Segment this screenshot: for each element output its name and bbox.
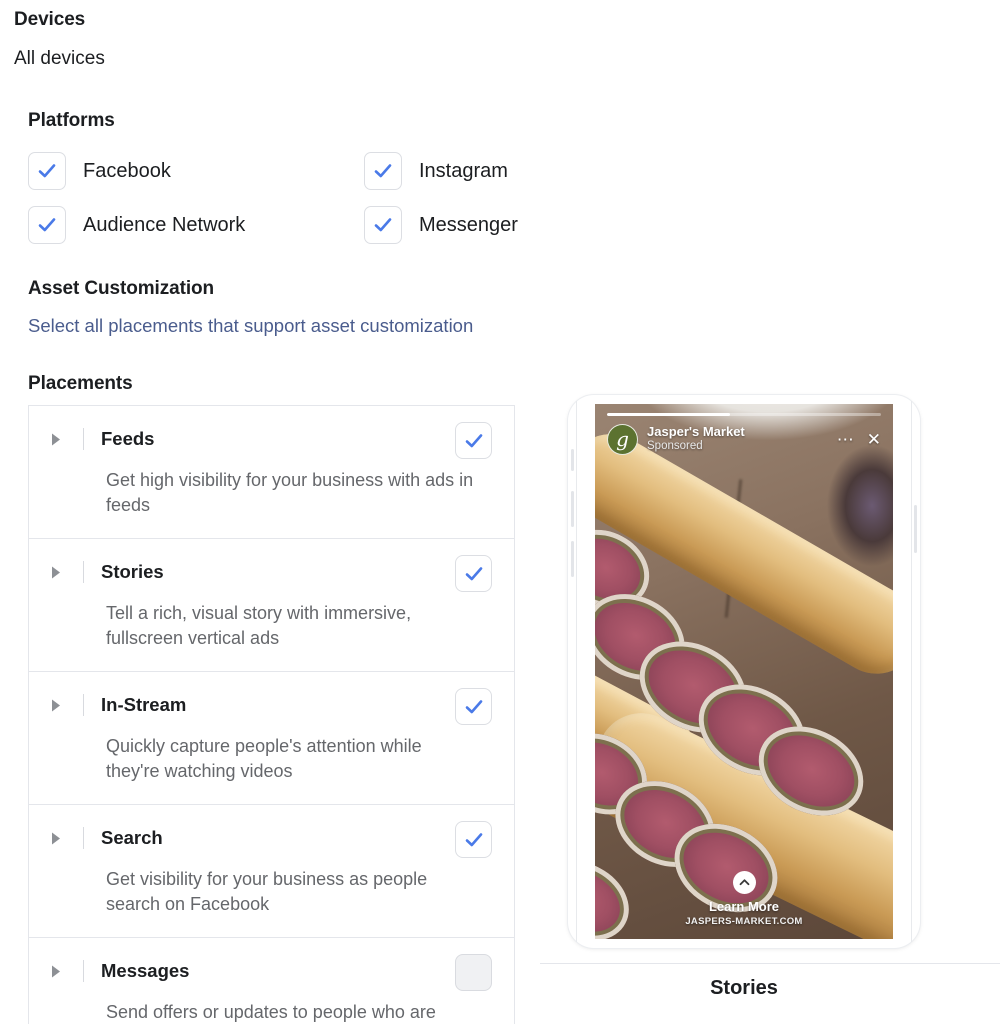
phone-bezel-right [911, 401, 912, 942]
ad-creative-image [595, 404, 893, 939]
checkmark-icon [465, 433, 482, 447]
platforms-heading: Platforms [28, 110, 115, 131]
settings-column: Devices All devices Platforms Facebook I… [0, 0, 540, 1024]
asset-customization-heading: Asset Customization [28, 278, 215, 299]
platform-row: Facebook Instagram [28, 152, 528, 206]
devices-heading: Devices [14, 9, 86, 30]
placement-row-stories[interactable]: Stories Tell a rich, visual story with i… [29, 539, 514, 672]
placements-list: Feeds Get high visibility for your busin… [28, 405, 515, 1024]
placement-header: Feeds [29, 424, 514, 454]
phone-mockup: g Jasper's Market Sponsored ⋯ ✕ Learn Mo… [568, 395, 920, 948]
caret-right-icon[interactable] [51, 564, 65, 580]
checkmark-icon [465, 699, 482, 713]
placement-header: In-Stream [29, 690, 514, 720]
story-cta[interactable]: Learn More JASPERS-MARKET.COM [595, 871, 893, 927]
audience-network-checkbox[interactable] [28, 206, 66, 244]
ellipsis-icon[interactable]: ⋯ [837, 431, 855, 448]
platforms-grid: Facebook Instagram Audience Network Mess… [28, 152, 528, 260]
placement-description: Get visibility for your business as peop… [106, 869, 428, 914]
placement-row-feeds[interactable]: Feeds Get high visibility for your busin… [29, 406, 514, 539]
placement-header: Search [29, 823, 514, 853]
in-stream-checkbox[interactable] [455, 688, 492, 725]
placement-row-in-stream[interactable]: In-Stream Quickly capture people's atten… [29, 672, 514, 805]
row-divider [83, 827, 84, 849]
story-header: g Jasper's Market Sponsored ⋯ ✕ [607, 424, 883, 455]
close-icon[interactable]: ✕ [867, 431, 881, 448]
placements-heading: Placements [28, 373, 133, 394]
checkmark-icon [465, 566, 482, 580]
checkmark-icon [374, 218, 392, 232]
placement-name: Search [101, 827, 163, 848]
facebook-checkbox[interactable] [28, 152, 66, 190]
caret-right-icon[interactable] [51, 830, 65, 846]
placement-description: Get high visibility for your business wi… [106, 470, 474, 515]
placement-header: Messages [29, 956, 514, 986]
checkmark-icon [38, 164, 56, 178]
select-all-placements-link[interactable]: Select all placements that support asset… [28, 315, 473, 337]
devices-value: All devices [14, 48, 105, 69]
phone-mute-switch [571, 449, 574, 471]
platform-option-audience-network[interactable]: Audience Network [28, 206, 364, 244]
placement-header: Stories [29, 557, 514, 587]
placement-name: Messages [101, 960, 190, 981]
brand-text-block: Jasper's Market Sponsored [647, 424, 745, 453]
brand-avatar: g [607, 424, 638, 455]
placement-row-search[interactable]: Search Get visibility for your business … [29, 805, 514, 938]
placement-description: Quickly capture people's attention while… [106, 736, 422, 781]
checkmark-icon [465, 832, 482, 846]
phone-volume-down-button [571, 541, 574, 577]
brand-logo-glyph: g [616, 426, 629, 451]
story-ad-screen: g Jasper's Market Sponsored ⋯ ✕ Learn Mo… [595, 404, 893, 939]
instagram-label: Instagram [419, 159, 508, 182]
cta-label: Learn More [708, 899, 780, 914]
row-divider [83, 561, 84, 583]
brand-name: Jasper's Market [647, 424, 745, 440]
preview-divider [540, 963, 1000, 964]
messenger-label: Messenger [419, 213, 518, 236]
checkmark-icon [374, 164, 392, 178]
phone-bezel-left [576, 401, 577, 942]
placement-name: In-Stream [101, 694, 187, 715]
stories-checkbox[interactable] [455, 555, 492, 592]
feeds-checkbox[interactable] [455, 422, 492, 459]
platform-row: Audience Network Messenger [28, 206, 528, 260]
facebook-label: Facebook [83, 159, 171, 182]
story-progress-fill [607, 413, 731, 416]
placements-screen: Devices All devices Platforms Facebook I… [0, 0, 1002, 1024]
caret-right-icon[interactable] [51, 963, 65, 979]
platform-option-instagram[interactable]: Instagram [364, 152, 508, 190]
phone-volume-up-button [571, 491, 574, 527]
caret-right-icon[interactable] [51, 697, 65, 713]
checkmark-icon [38, 218, 56, 232]
placement-description: Tell a rich, visual story with immersive… [106, 603, 412, 648]
chevron-up-icon[interactable] [732, 871, 756, 894]
placement-description: Send offers or updates to people who are… [106, 1002, 436, 1022]
placement-name: Stories [101, 561, 164, 582]
sponsored-label: Sponsored [647, 440, 703, 453]
platform-option-facebook[interactable]: Facebook [28, 152, 364, 190]
platform-option-messenger[interactable]: Messenger [364, 206, 518, 244]
phone-power-button [914, 505, 917, 553]
row-divider [83, 428, 84, 450]
cta-url: JASPERS-MARKET.COM [685, 916, 803, 927]
story-progress-bar [607, 413, 881, 416]
caret-right-icon[interactable] [51, 431, 65, 447]
story-header-actions: ⋯ ✕ [837, 431, 883, 448]
ad-preview-panel: g Jasper's Market Sponsored ⋯ ✕ Learn Mo… [540, 395, 1000, 999]
audience-network-label: Audience Network [83, 213, 246, 236]
row-divider [83, 694, 84, 716]
row-divider [83, 960, 84, 982]
search-checkbox[interactable] [455, 821, 492, 858]
preview-caption: Stories [710, 977, 778, 999]
instagram-checkbox[interactable] [364, 152, 402, 190]
messenger-checkbox[interactable] [364, 206, 402, 244]
placement-name: Feeds [101, 428, 155, 449]
messages-checkbox[interactable] [455, 954, 492, 991]
placement-row-messages[interactable]: Messages Send offers or updates to peopl… [29, 938, 514, 1024]
